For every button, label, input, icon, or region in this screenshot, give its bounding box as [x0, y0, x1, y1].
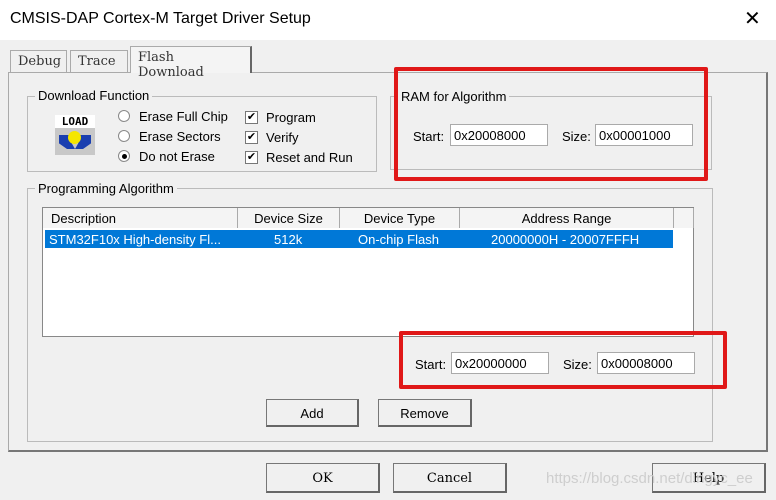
cancel-button[interactable]: Cancel: [393, 463, 507, 493]
row-size: 512k: [274, 232, 303, 247]
load-icon: LOAD: [55, 115, 95, 155]
download-function-label: Download Function: [35, 88, 153, 103]
column-device-type[interactable]: Device Type: [340, 208, 460, 228]
annotation-box: [399, 331, 727, 389]
radio-erase-sectors[interactable]: [118, 130, 130, 142]
reset-and-run-label: Reset and Run: [266, 150, 353, 165]
column-device-size[interactable]: Device Size: [238, 208, 340, 228]
erase-full-chip-label: Erase Full Chip: [139, 109, 228, 124]
title-bar: CMSIS-DAP Cortex-M Target Driver Setup ✕: [0, 0, 776, 40]
ok-button[interactable]: OK: [266, 463, 380, 493]
program-checkbox[interactable]: ✔: [245, 111, 258, 124]
programming-algorithm-label: Programming Algorithm: [35, 181, 177, 196]
do-not-erase-label: Do not Erase: [139, 149, 215, 164]
remove-button[interactable]: Remove: [378, 399, 472, 427]
tab-debug[interactable]: Debug: [10, 50, 67, 72]
column-address-range[interactable]: Address Range: [460, 208, 674, 228]
row-description: STM32F10x High-density Fl...: [49, 232, 221, 247]
window-title: CMSIS-DAP Cortex-M Target Driver Setup: [10, 10, 311, 27]
row-type: On-chip Flash: [358, 232, 439, 247]
reset-and-run-checkbox[interactable]: ✔: [245, 151, 258, 164]
tab-trace[interactable]: Trace: [70, 50, 128, 72]
column-filler: [674, 208, 694, 228]
tab-flash-download[interactable]: Flash Download: [130, 46, 252, 80]
erase-sectors-label: Erase Sectors: [139, 129, 221, 144]
annotation-box: [394, 67, 708, 181]
radio-do-not-erase[interactable]: [118, 150, 130, 162]
add-button[interactable]: Add: [266, 399, 359, 427]
row-range: 20000000H - 20007FFFH: [491, 232, 640, 247]
watermark: https://blog.csdn.net/dingyc_ee: [546, 470, 753, 487]
table-row[interactable]: STM32F10x High-density Fl... 512k On-chi…: [45, 230, 673, 248]
close-icon[interactable]: ✕: [744, 6, 761, 31]
verify-label: Verify: [266, 130, 299, 145]
verify-checkbox[interactable]: ✔: [245, 131, 258, 144]
program-label: Program: [266, 110, 316, 125]
algorithm-table: Description Device Size Device Type Addr…: [42, 207, 694, 337]
radio-erase-full-chip[interactable]: [118, 110, 130, 122]
column-description[interactable]: Description: [43, 208, 238, 228]
